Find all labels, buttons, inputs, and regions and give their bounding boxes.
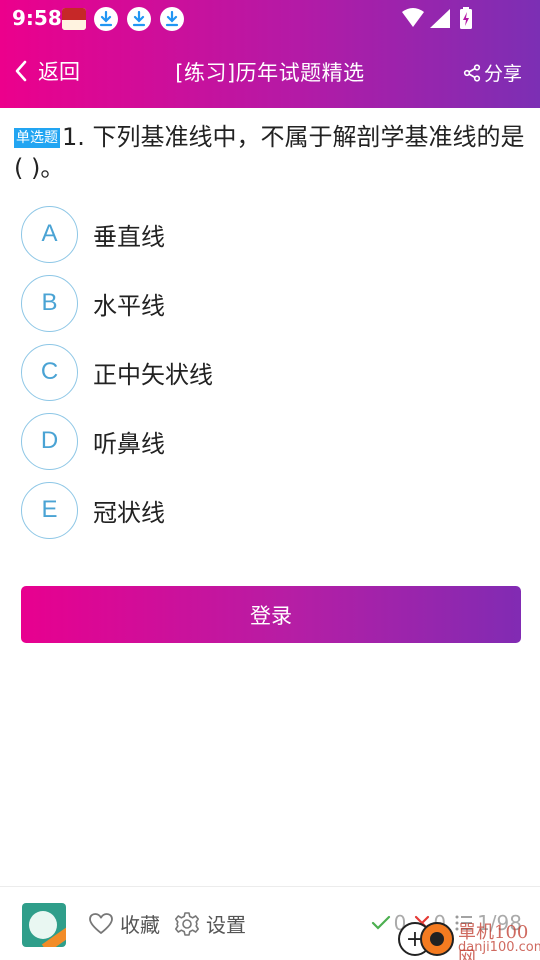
nav-bar: 返回 [练习]历年试题精选 分享 xyxy=(0,40,540,102)
option-letter: B xyxy=(21,274,78,332)
option-d[interactable]: D 听鼻线 xyxy=(21,412,501,470)
question-text: 1. 下列基准线中，不属于解剖学基准线的是( )。 xyxy=(14,123,525,182)
system-status-icons xyxy=(402,7,472,29)
watermark-logo: + 單机100网 danji100.com xyxy=(398,916,540,960)
question-type-badge: 单选题 xyxy=(14,128,60,148)
login-button[interactable]: 登录 xyxy=(21,586,521,643)
option-text: 水平线 xyxy=(93,291,165,320)
app-logo[interactable] xyxy=(22,903,66,947)
option-c[interactable]: C 正中矢状线 xyxy=(21,343,501,401)
share-label: 分享 xyxy=(483,63,522,85)
question-stem: 单选题 1. 下列基准线中，不属于解剖学基准线的是( )。 xyxy=(14,122,526,184)
gear-icon xyxy=(175,911,199,936)
option-b[interactable]: B 水平线 xyxy=(21,274,501,332)
wifi-icon xyxy=(402,8,424,27)
app-notification-icon xyxy=(62,8,86,30)
option-text: 冠状线 xyxy=(93,498,165,527)
chevron-left-icon xyxy=(15,60,27,82)
page-title: [练习]历年试题精选 xyxy=(175,61,365,85)
settings-button[interactable]: 设置 xyxy=(174,909,246,938)
check-icon xyxy=(371,915,390,930)
download-icon xyxy=(160,7,184,31)
option-letter: A xyxy=(21,205,78,263)
back-label: 返回 xyxy=(38,60,80,84)
favorite-button[interactable]: 收藏 xyxy=(88,909,160,938)
option-letter: E xyxy=(21,481,78,539)
share-icon xyxy=(463,63,481,82)
option-e[interactable]: E 冠状线 xyxy=(21,481,501,539)
option-text: 听鼻线 xyxy=(93,429,165,458)
option-a[interactable]: A 垂直线 xyxy=(21,205,501,263)
option-letter: C xyxy=(21,343,78,401)
status-bar: 9:58 xyxy=(0,0,540,36)
back-button[interactable]: 返回 xyxy=(14,56,80,86)
signal-icon xyxy=(430,9,450,28)
dot-circle-icon xyxy=(420,922,454,956)
option-text: 正中矢状线 xyxy=(93,360,213,389)
status-time: 9:58 xyxy=(12,6,62,30)
share-button[interactable]: 分享 xyxy=(463,59,522,86)
download-icon xyxy=(127,7,151,31)
option-text: 垂直线 xyxy=(93,222,165,251)
top-header: 9:58 返回 [练习]历年试题精选 分享 xyxy=(0,0,540,108)
heart-icon xyxy=(89,912,113,934)
settings-label: 设置 xyxy=(206,913,246,937)
favorite-label: 收藏 xyxy=(120,913,160,937)
download-icon xyxy=(94,7,118,31)
option-letter: D xyxy=(21,412,78,470)
watermark-url: danji100.com xyxy=(458,940,540,955)
